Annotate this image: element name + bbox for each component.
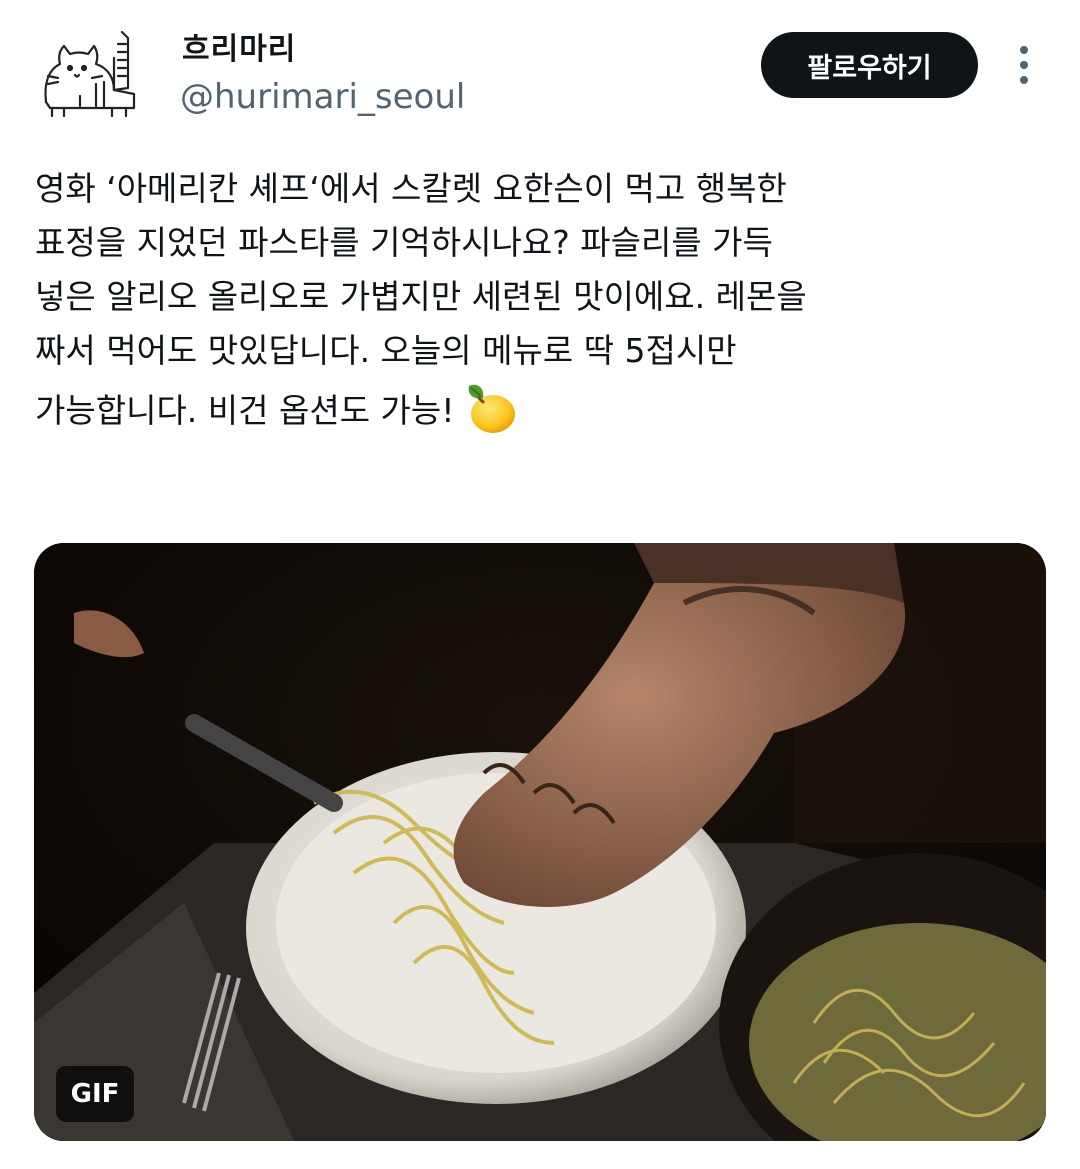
tweet-text: 영화 ‘아메리칸 셰프‘에서 스칼렛 요한슨이 먹고 행복한 표정을 지었던 파… [35, 162, 1045, 438]
lemon-icon [468, 384, 515, 433]
tweet-header: 흐리마리 @hurimari_seoul 팔로우하기 [0, 0, 1080, 130]
follow-button[interactable]: 팔로우하기 [761, 32, 978, 98]
tweet-media-gif[interactable] [34, 543, 1046, 1141]
display-name[interactable]: 흐리마리 [182, 24, 296, 68]
more-vertical-icon[interactable] [1011, 44, 1037, 86]
gif-badge: GIF [56, 1066, 134, 1122]
cat-doodle-avatar-icon[interactable] [34, 24, 146, 124]
tweet-body: 영화 ‘아메리칸 셰프‘에서 스칼렛 요한슨이 먹고 행복한 표정을 지었던 파… [35, 169, 807, 430]
pasta-gif-image [34, 543, 1046, 1141]
user-handle[interactable]: @hurimari_seoul [180, 77, 465, 117]
